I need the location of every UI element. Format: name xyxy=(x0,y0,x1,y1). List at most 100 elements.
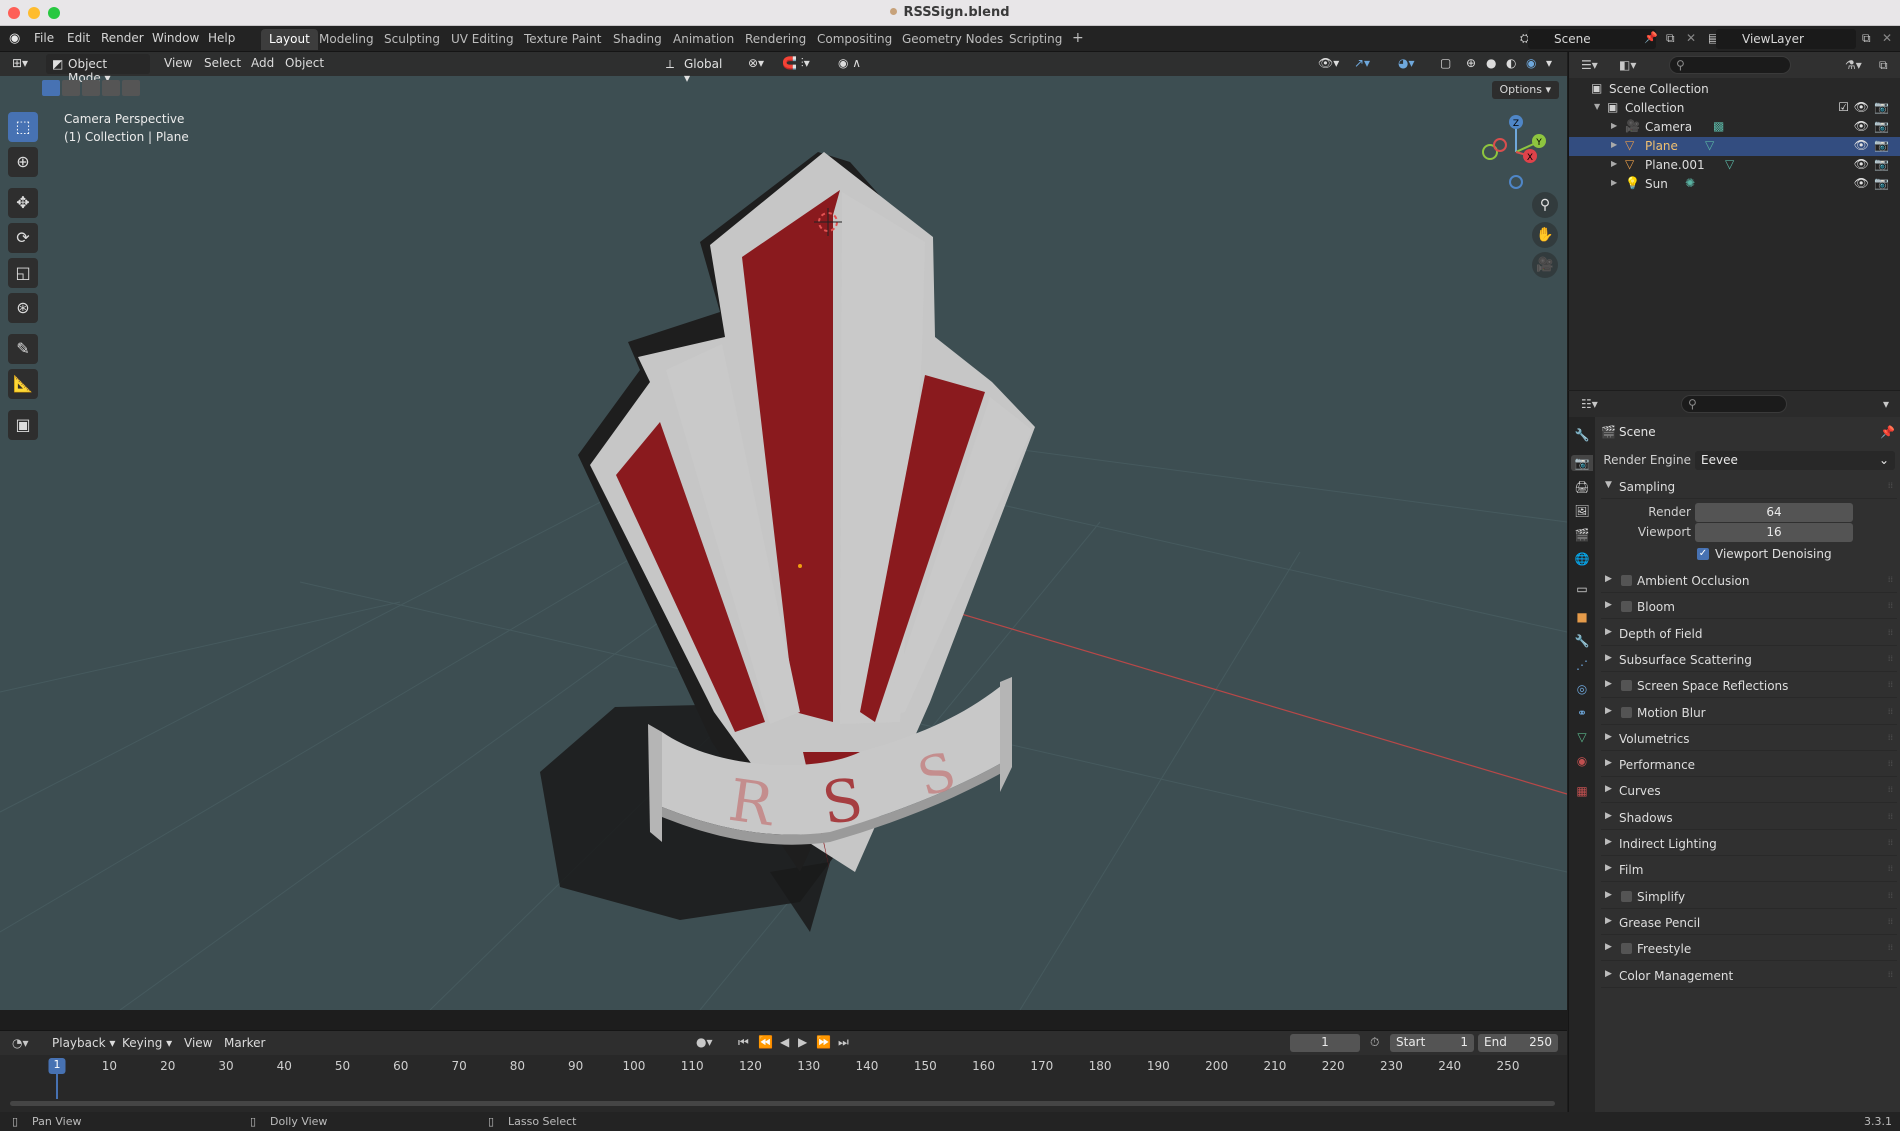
tab-layout[interactable]: Layout xyxy=(261,29,318,50)
physics-tab-icon[interactable]: ◎ xyxy=(1574,681,1590,697)
viewlayer-field[interactable]: ViewLayer xyxy=(1716,29,1856,49)
panel-enable-checkbox[interactable] xyxy=(1621,575,1632,586)
transform-tool[interactable]: ⊛ xyxy=(8,293,38,323)
display-mode-icon[interactable]: ◧▾ xyxy=(1619,58,1636,72)
timeline-menu-keying[interactable]: Keying ▾ xyxy=(122,1036,172,1050)
panel-freestyle[interactable]: ▶ Freestyle ⁞⁞ xyxy=(1601,937,1897,962)
viewport-menu-object[interactable]: Object xyxy=(285,56,324,70)
object-tab-icon[interactable]: ■ xyxy=(1574,609,1590,625)
current-frame-field[interactable]: 1 xyxy=(1290,1034,1360,1052)
timeline-menu-marker[interactable]: Marker xyxy=(224,1036,265,1050)
select-mode-invert-button[interactable] xyxy=(102,80,120,96)
drag-grip-icon[interactable]: ⁞⁞ xyxy=(1888,943,1893,952)
xray-toggle-icon[interactable]: ▢ xyxy=(1440,56,1451,70)
expand-arrow-icon[interactable]: ▶ xyxy=(1611,178,1617,187)
menu-render[interactable]: Render xyxy=(101,31,144,45)
3d-viewport[interactable]: R S S ⊞▾ ◩ Object Mode ▾ View Select Add… xyxy=(0,52,1567,1010)
scale-tool[interactable]: ◱ xyxy=(8,258,38,288)
panel-color-management[interactable]: ▶ Color Management ⁞⁞ xyxy=(1601,964,1897,988)
outliner-row-plane-001[interactable]: ▶ ▽ Plane.001 ▽ 👁 📷 xyxy=(1569,156,1900,175)
pan-view-button[interactable]: ✋ xyxy=(1532,222,1558,248)
scene-tab-icon[interactable]: 🎬 xyxy=(1574,527,1590,543)
modifier-tab-icon[interactable]: 🔧 xyxy=(1574,633,1590,649)
viewport-menu-add[interactable]: Add xyxy=(251,56,274,70)
blender-logo-icon[interactable]: ◉ xyxy=(9,31,20,46)
render-camera-icon[interactable]: 📷 xyxy=(1874,176,1889,190)
jump-keyframe-forward-icon[interactable]: ⏩ xyxy=(816,1035,831,1049)
panel-performance[interactable]: ▶ Performance ⁞⁞ xyxy=(1601,753,1897,778)
shading-rendered-icon[interactable]: ◉ xyxy=(1526,56,1536,70)
visibility-eye-icon[interactable]: 👁 xyxy=(1854,100,1869,114)
drag-grip-icon[interactable]: ⁞⁞ xyxy=(1888,601,1893,610)
tab-animation[interactable]: Animation xyxy=(665,29,742,50)
panel-depth-of-field[interactable]: ▶ Depth of Field ⁞⁞ xyxy=(1601,622,1897,646)
cursor-tool[interactable]: ⊕ xyxy=(8,147,38,177)
annotate-tool[interactable]: ✎ xyxy=(8,334,38,364)
select-box-tool[interactable]: ⬚ xyxy=(8,112,38,142)
jump-keyframe-back-icon[interactable]: ⏪ xyxy=(758,1035,773,1049)
options-dropdown[interactable]: Options ▾ xyxy=(1491,81,1559,99)
drag-grip-icon[interactable]: ⁞⁞ xyxy=(1888,917,1893,926)
drag-grip-icon[interactable]: ⁞⁞ xyxy=(1888,575,1893,584)
timeline-menu-playback[interactable]: Playback ▾ xyxy=(52,1036,115,1050)
drag-grip-icon[interactable]: ⁞⁞ xyxy=(1888,785,1893,794)
output-tab-icon[interactable]: 🖨 xyxy=(1574,479,1590,495)
menu-file[interactable]: File xyxy=(34,31,54,45)
filter-icon[interactable]: ⚗▾ xyxy=(1845,58,1862,72)
visibility-icon[interactable]: 👁▾ xyxy=(1318,56,1339,70)
world-tab-icon[interactable]: 🌐 xyxy=(1574,551,1590,567)
panel-curves[interactable]: ▶ Curves ⁞⁞ xyxy=(1601,779,1897,804)
overlay-toggle-icon[interactable]: ◕▾ xyxy=(1398,56,1415,70)
panel-subsurface-scattering[interactable]: ▶ Subsurface Scattering ⁞⁞ xyxy=(1601,648,1897,672)
tab-geometry-nodes[interactable]: Geometry Nodes xyxy=(894,29,1011,50)
start-frame-field[interactable]: Start 1 xyxy=(1390,1034,1474,1052)
drag-grip-icon[interactable]: ⁞⁞ xyxy=(1888,628,1893,637)
expand-arrow-icon[interactable]: ▶ xyxy=(1611,140,1617,149)
new-viewlayer-icon[interactable]: ⧉ xyxy=(1862,31,1871,46)
viewport-denoising-checkbox[interactable]: ✓ xyxy=(1697,548,1709,560)
outliner-row-scene-collection[interactable]: ▣ Scene Collection xyxy=(1569,80,1900,99)
properties-options-icon[interactable]: ▾ xyxy=(1883,397,1889,411)
select-mode-intersect-button[interactable] xyxy=(122,80,140,96)
visibility-eye-icon[interactable]: 👁 xyxy=(1854,119,1869,133)
panel-bloom[interactable]: ▶ Bloom ⁞⁞ xyxy=(1601,595,1897,620)
render-tab-icon[interactable]: 📷 xyxy=(1571,455,1593,471)
render-camera-icon[interactable]: 📷 xyxy=(1874,138,1889,152)
pin-context-icon[interactable]: 📌 xyxy=(1880,425,1895,439)
render-engine-dropdown[interactable]: Eevee ⌄ xyxy=(1695,451,1895,470)
viewport-menu-view[interactable]: View xyxy=(164,56,192,70)
timeline-ruler[interactable]: 1 10 20 30 40 50 60 70 80 90 100 110 120 130 140 150 160… xyxy=(0,1055,1567,1077)
expand-arrow-icon[interactable]: ▼ xyxy=(1594,102,1600,111)
exclude-checkbox-icon[interactable]: ☑ xyxy=(1838,100,1849,114)
panel-volumetrics[interactable]: ▶ Volumetrics ⁞⁞ xyxy=(1601,727,1897,751)
timeline-playhead[interactable] xyxy=(56,1071,58,1099)
tab-scripting[interactable]: Scripting xyxy=(1001,29,1070,50)
end-frame-field[interactable]: End 250 xyxy=(1478,1034,1558,1052)
mode-dropdown[interactable]: ◩ Object Mode ▾ xyxy=(46,54,150,85)
scene-field[interactable]: Scene xyxy=(1528,29,1656,49)
gizmo-neg-z-axis[interactable] xyxy=(1509,175,1523,189)
menu-help[interactable]: Help xyxy=(208,31,235,45)
snap-icon[interactable]: 🧲 ⫶▾ xyxy=(782,56,810,71)
panel-simplify[interactable]: ▶ Simplify ⁞⁞ xyxy=(1601,885,1897,909)
timeline-editor-type-icon[interactable]: ◔▾ xyxy=(12,1036,29,1050)
proportional-edit-icon[interactable]: ◉ ∧ xyxy=(838,56,861,70)
panel-screen-space-reflections[interactable]: ▶ Screen Space Reflections ⁞⁞ xyxy=(1601,674,1897,699)
navigation-gizmo[interactable]: Z Y X xyxy=(1478,112,1558,192)
collection-tab-icon[interactable]: ▭ xyxy=(1574,581,1590,597)
jump-end-icon[interactable]: ⏭ xyxy=(838,1035,849,1050)
visibility-eye-icon[interactable]: 👁 xyxy=(1854,157,1869,171)
drag-grip-icon[interactable]: ⁞⁞ xyxy=(1888,970,1893,979)
panel-ambient-occlusion[interactable]: ▶ Ambient Occlusion ⁞⁞ xyxy=(1601,569,1897,593)
sampling-render-field[interactable]: 64 xyxy=(1695,503,1853,522)
delete-viewlayer-icon[interactable]: ✕ xyxy=(1882,31,1892,45)
view-layer-tab-icon[interactable]: 🖼 xyxy=(1574,503,1590,519)
shading-wireframe-icon[interactable]: ⊕ xyxy=(1466,56,1476,70)
select-mode-extend-button[interactable] xyxy=(62,80,80,96)
expand-arrow-icon[interactable]: ▶ xyxy=(1611,121,1617,130)
drag-grip-icon[interactable]: ⁞⁞ xyxy=(1888,891,1893,900)
select-mode-subtract-button[interactable] xyxy=(82,80,100,96)
material-tab-icon[interactable]: ◉ xyxy=(1574,753,1590,769)
data-tab-icon[interactable]: ▽ xyxy=(1574,729,1590,745)
tab-uv-editing[interactable]: UV Editing xyxy=(443,29,522,50)
